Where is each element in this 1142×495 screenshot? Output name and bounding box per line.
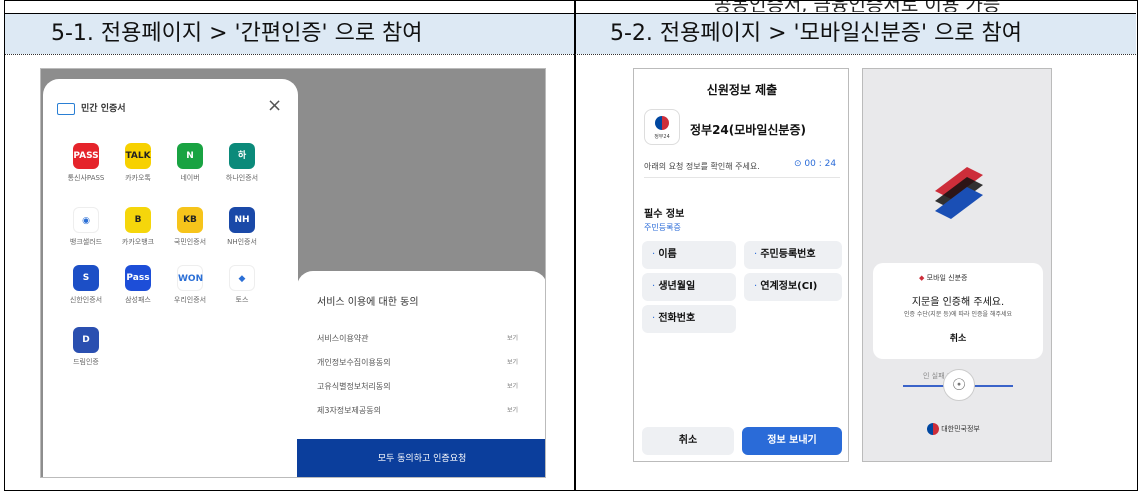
divider bbox=[644, 177, 840, 178]
required-field: · 주민등록번호 bbox=[744, 241, 842, 269]
cancel-button[interactable]: 취소 bbox=[642, 427, 734, 455]
cert-card-icon bbox=[57, 103, 75, 115]
provider-8-icon[interactable]: NH bbox=[229, 207, 255, 233]
agree-all-button[interactable]: 모두 동의하고 인증요청 bbox=[297, 439, 545, 477]
required-field: · 생년월일 bbox=[642, 273, 736, 301]
id-submit-title: 신원정보 제출 bbox=[706, 83, 778, 97]
provider-label: 하나인증서 bbox=[225, 174, 259, 182]
consent-title: 서비스 이용에 대한 동의 bbox=[317, 297, 419, 308]
provider-label: 네이버 bbox=[180, 174, 200, 182]
cert-screenshot: 민간 인증서 × PASS 통신사PASS TALK 카카오톡 N 네이버 하하나인증서 ◉ 뱅… bbox=[40, 68, 546, 478]
provider-label: 국민인증서 bbox=[173, 238, 207, 246]
required-field: · 연계정보(CI) bbox=[744, 273, 842, 301]
provider-label: 우리인증서 bbox=[173, 296, 207, 304]
column-divider bbox=[574, 0, 576, 491]
provider-4-icon[interactable]: 하 bbox=[229, 143, 255, 169]
consent-item: 서비스이용약관 bbox=[317, 334, 369, 343]
provider-7-icon[interactable]: KB bbox=[177, 207, 203, 233]
field-label: 연계정보(CI) bbox=[760, 281, 818, 292]
logo-caption: 정부24 bbox=[654, 134, 670, 140]
consent-item: 제3자정보제공동의 bbox=[317, 406, 381, 415]
required-field: · 이름 bbox=[642, 241, 736, 269]
gov-footer: 대한민국정부 bbox=[927, 423, 980, 435]
provider-3-icon[interactable]: N bbox=[177, 143, 203, 169]
field-label: 전화번호 bbox=[658, 313, 696, 324]
cert-modal: 민간 인증서 × PASS 통신사PASS TALK 카카오톡 N 네이버 하하나인증서 ◉ 뱅… bbox=[43, 79, 298, 477]
consent-item: 고유식별정보처리동의 bbox=[317, 382, 391, 391]
required-field: · 전화번호 bbox=[642, 305, 736, 333]
provider-6-icon[interactable]: B bbox=[125, 207, 151, 233]
subsection-title: 주민등록증 bbox=[644, 223, 681, 232]
auth-title: 지문을 인증해 주세요. bbox=[911, 297, 1005, 308]
provider-label: 통신사PASS bbox=[67, 174, 105, 182]
view-link[interactable]: 보기 bbox=[507, 333, 518, 342]
provider-label: 뱅크샐러드 bbox=[69, 238, 103, 246]
auth-desc: 인증 수단(지문 등)에 따라 인증을 해주세요 bbox=[903, 311, 1013, 318]
app-name: 모바일 신분증 bbox=[926, 274, 968, 282]
view-link[interactable]: 보기 bbox=[507, 381, 518, 390]
gov24-logo: 정부24 bbox=[644, 109, 680, 145]
mobile-id-screenshot: ◆ 모바일 신분증 지문을 인증해 주세요. 인증 수단(지문 등)에 따라 인… bbox=[862, 68, 1052, 462]
field-label: 생년월일 bbox=[658, 281, 696, 292]
auth-dialog: ◆ 모바일 신분증 지문을 인증해 주세요. 인증 수단(지문 등)에 따라 인… bbox=[873, 263, 1043, 359]
app-name-row: ◆ 모바일 신분증 bbox=[919, 273, 968, 283]
provider-label: 카카오톡 bbox=[125, 174, 151, 182]
gov-name: 대한민국정부 bbox=[941, 425, 980, 433]
mobile-id-logo-icon bbox=[935, 167, 983, 219]
section-title: 필수 정보 bbox=[644, 209, 685, 220]
app-logo-icon: ◆ bbox=[919, 274, 925, 282]
view-link[interactable]: 보기 bbox=[507, 357, 518, 366]
provider-2-icon[interactable]: TALK bbox=[125, 143, 151, 169]
id-submit-screenshot: 신원정보 제출 정부24 정부24(모바일신분증) 아래의 요청 정보를 확인해… bbox=[633, 68, 849, 462]
taeguk-icon bbox=[655, 116, 669, 130]
send-button[interactable]: 정보 보내기 bbox=[742, 427, 842, 455]
consent-panel: 서비스 이용에 대한 동의 서비스이용약관 보기 개인정보수집이용동의 보기 고유식별정… bbox=[297, 271, 545, 477]
view-link[interactable]: 보기 bbox=[507, 405, 518, 414]
provider-9-icon[interactable]: S bbox=[73, 265, 99, 291]
field-label: 이름 bbox=[658, 249, 677, 260]
provider-label: 토스 bbox=[235, 296, 249, 304]
provider-label: NH인증서 bbox=[227, 238, 257, 246]
provider-label: 삼성패스 bbox=[125, 296, 151, 304]
provider-10-icon[interactable]: Pass bbox=[125, 265, 151, 291]
timer-value: 00 : 24 bbox=[804, 159, 837, 169]
field-label: 주민등록번호 bbox=[760, 249, 816, 260]
timer: ⊙ 00 : 24 bbox=[794, 159, 836, 169]
header-left: 5-1. 전용페이지 > '간편인증' 으로 참여 bbox=[5, 14, 574, 54]
provider-5-icon[interactable]: ◉ bbox=[73, 207, 99, 233]
dotted-divider bbox=[5, 54, 1136, 55]
provider-label: 신한인증서 bbox=[69, 296, 103, 304]
provider-12-icon[interactable]: ◆ bbox=[229, 265, 255, 291]
agency-name: 정부24(모바일신분증) bbox=[690, 123, 806, 137]
provider-13-icon[interactable]: D bbox=[73, 327, 99, 353]
auth-cancel-button[interactable]: 취소 bbox=[873, 331, 1043, 344]
modal-title: 민간 인증서 bbox=[81, 104, 126, 114]
gov-logo-icon bbox=[927, 423, 939, 435]
consent-item: 개인정보수집이용동의 bbox=[317, 358, 391, 367]
provider-label: 드림인증 bbox=[73, 358, 99, 366]
provider-1-icon[interactable]: PASS bbox=[73, 143, 99, 169]
header-right: 5-2. 전용페이지 > '모바일신분증' 으로 참여 bbox=[576, 14, 1136, 54]
instruction-text: 아래의 요청 정보를 확인해 주세요. bbox=[644, 162, 760, 171]
close-icon[interactable]: × bbox=[267, 95, 282, 116]
provider-label: 카카오뱅크 bbox=[121, 238, 155, 246]
clock-icon: ⊙ bbox=[794, 159, 802, 169]
fingerprint-icon[interactable]: ☉ bbox=[943, 369, 975, 401]
provider-11-icon[interactable]: WON bbox=[177, 265, 203, 291]
